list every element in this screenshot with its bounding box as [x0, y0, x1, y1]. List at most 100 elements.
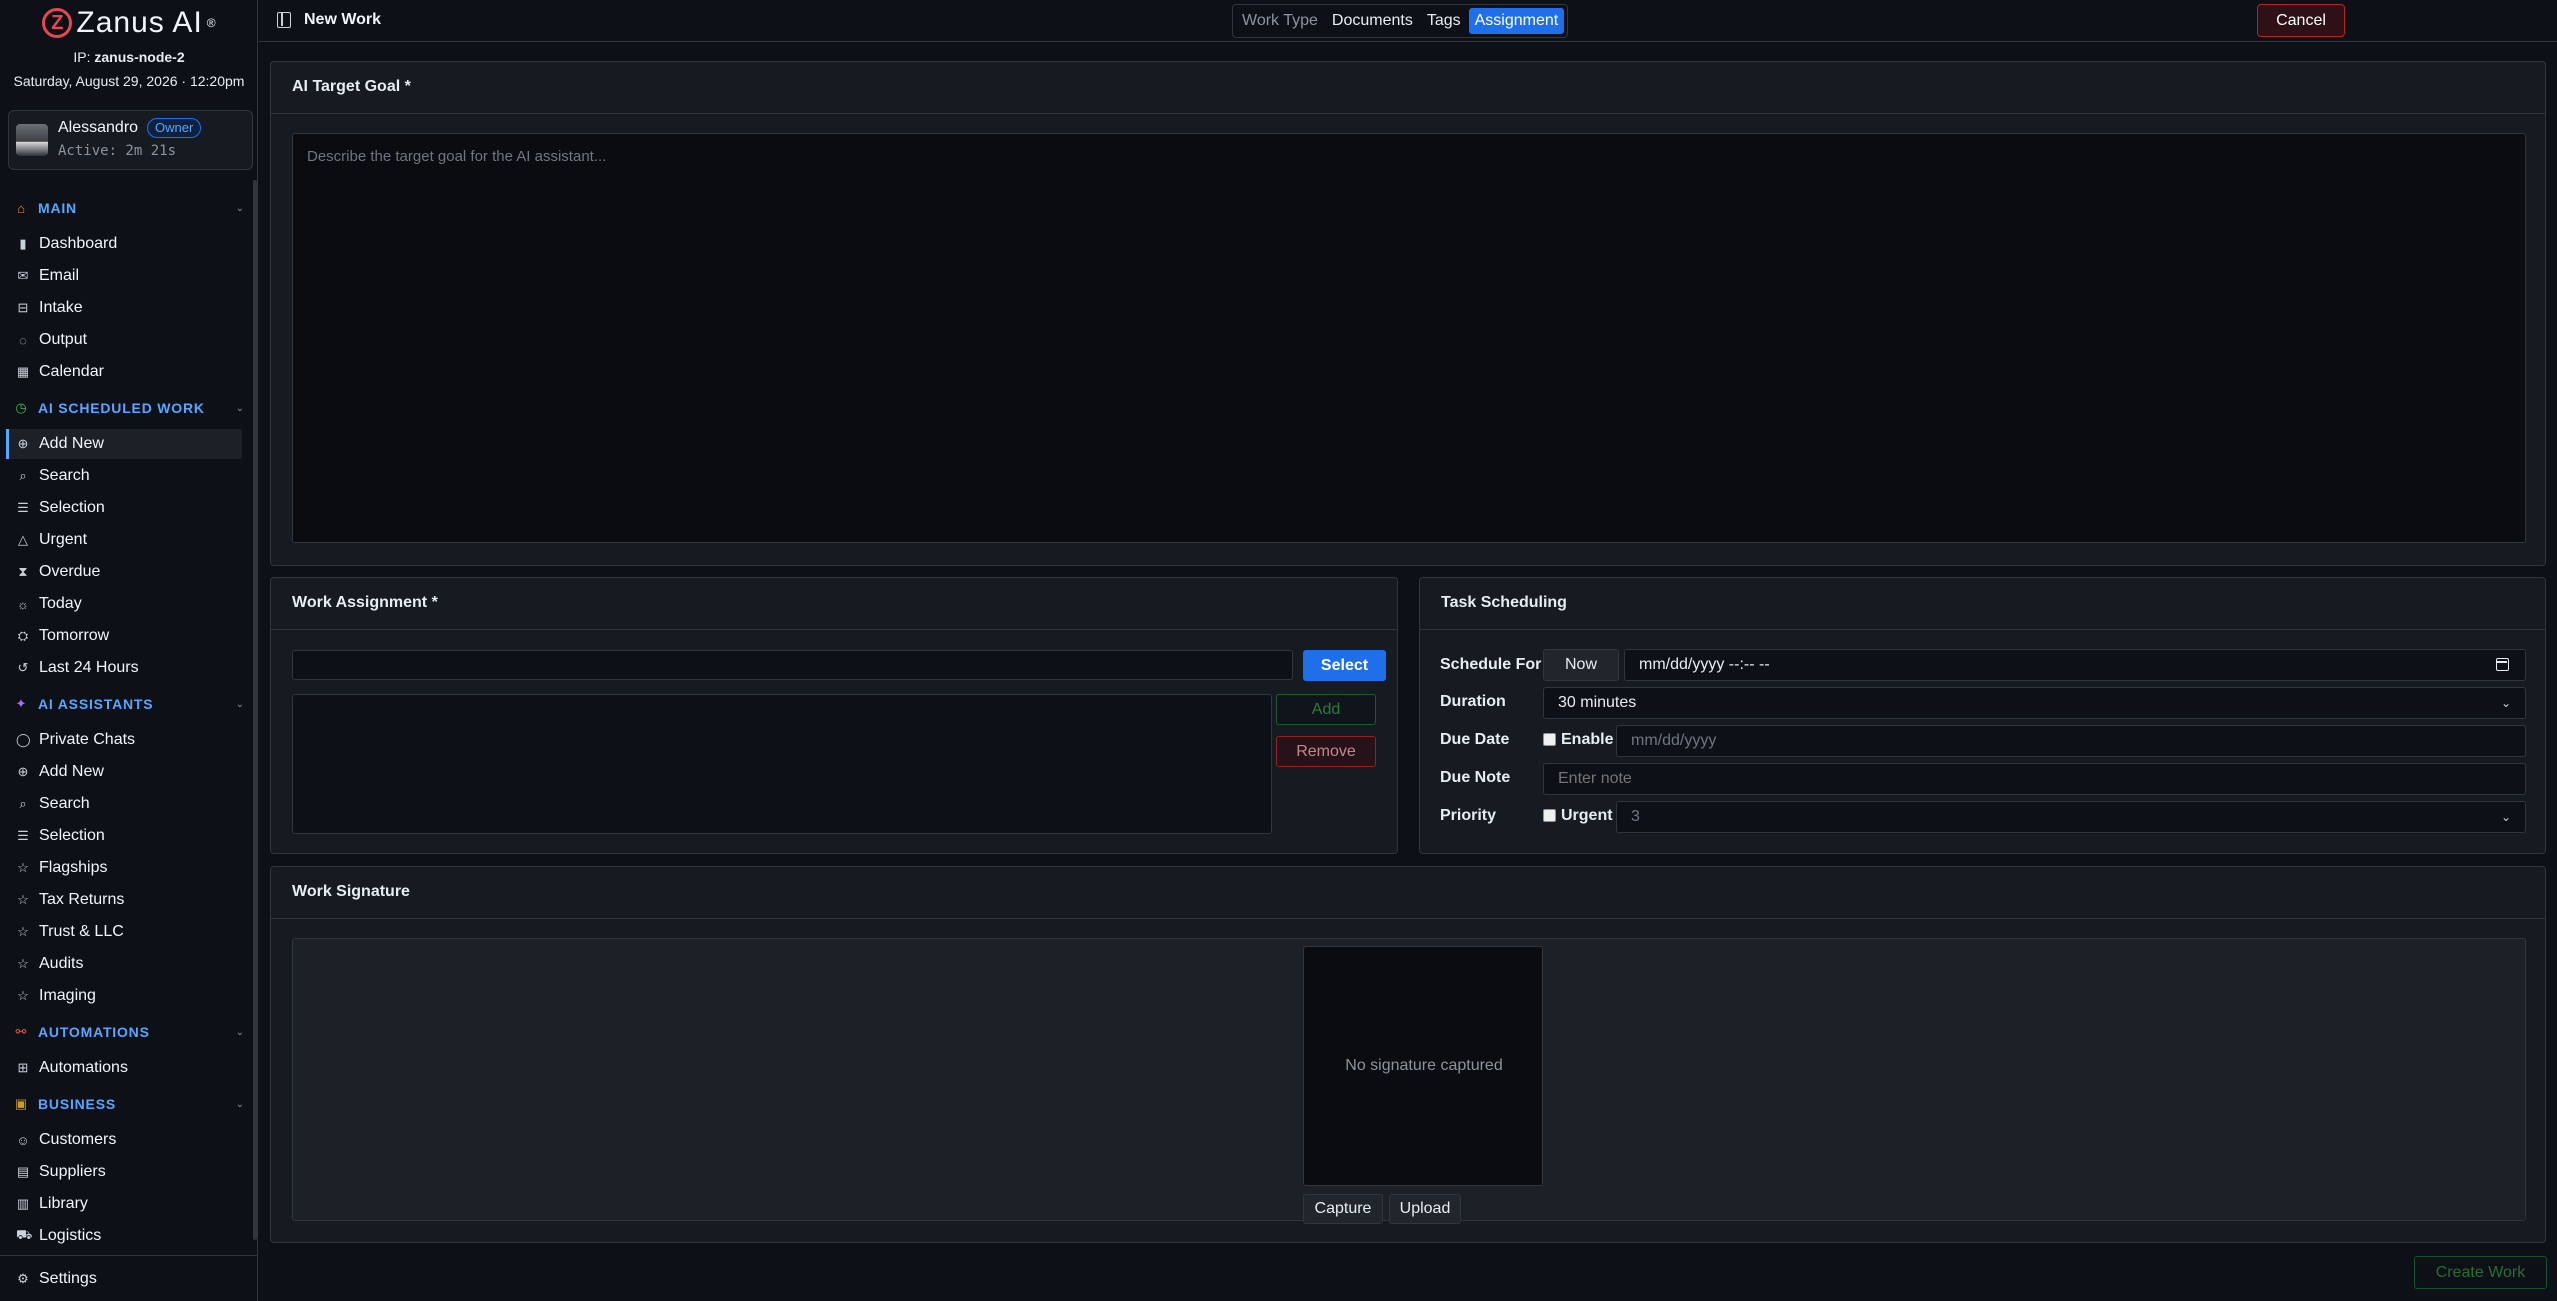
- assignee-list[interactable]: [292, 694, 1272, 834]
- nav-item-suppliers[interactable]: ▤ Suppliers: [6, 1157, 242, 1187]
- section-title: AUTOMATIONS: [38, 1024, 150, 1040]
- brand-name: Zanus AI: [76, 6, 203, 39]
- assignee-input[interactable]: [292, 650, 1293, 680]
- nav-label: Intake: [39, 299, 83, 316]
- nav-label: Selection: [39, 827, 105, 844]
- workflow-icon: ⚯: [15, 1024, 27, 1039]
- nav-item-overdue[interactable]: ⧗ Overdue: [6, 557, 242, 587]
- nav-item-trust-llc[interactable]: ☆ Trust & LLC: [6, 917, 242, 947]
- nav-label: Automations: [39, 1059, 128, 1076]
- priority-select[interactable]: 3 ⌄: [1616, 801, 2526, 833]
- nav-item-urgent[interactable]: △ Urgent: [6, 525, 242, 555]
- remove-button[interactable]: Remove: [1276, 736, 1376, 767]
- capture-button[interactable]: Capture: [1303, 1194, 1383, 1224]
- nav-label: Settings: [39, 1270, 97, 1287]
- nav-item-logistics[interactable]: ⛟ Logistics: [6, 1221, 242, 1251]
- nav-item-selection-work[interactable]: ☰ Selection: [6, 493, 242, 523]
- current-datetime: Saturday, August 29, 2026 · 12:20pm: [13, 73, 245, 89]
- due-date-label: Due Date: [1440, 731, 1510, 748]
- chevron-down-icon: ⌄: [2500, 696, 2511, 710]
- work-signature-panel: Work Signature No signature captured Cap…: [270, 866, 2546, 1243]
- nav-item-add-new-work[interactable]: ⊕ Add New: [6, 429, 242, 459]
- sunrise-icon: ⛭: [17, 628, 29, 643]
- nav-item-selection-assistants[interactable]: ☰ Selection: [6, 821, 242, 851]
- due-date-input[interactable]: mm/dd/yyyy: [1616, 725, 2526, 757]
- bar-chart-icon: ▮: [19, 236, 27, 251]
- sidebar-toggle-icon[interactable]: [277, 12, 291, 28]
- section-main[interactable]: ⌂ MAIN ⌄: [14, 197, 244, 219]
- duration-value: 30 minutes: [1558, 694, 1637, 711]
- select-button[interactable]: Select: [1303, 650, 1386, 681]
- home-icon: ⌂: [17, 200, 25, 216]
- upload-button[interactable]: Upload: [1389, 1194, 1461, 1224]
- nav-label: Audits: [39, 955, 84, 972]
- cancel-button[interactable]: Cancel: [2257, 4, 2345, 37]
- nav-item-imaging[interactable]: ☆ Imaging: [6, 981, 242, 1011]
- nav-item-last-24-hours[interactable]: ↺ Last 24 Hours: [6, 653, 242, 683]
- nav-item-automations[interactable]: ⊞ Automations: [6, 1053, 242, 1083]
- nav-label: Logistics: [39, 1227, 102, 1244]
- schedule-datetime-input[interactable]: mm/dd/yyyy --:-- --: [1624, 649, 2526, 681]
- nav-label: Imaging: [39, 987, 96, 1004]
- nav-label: Search: [39, 467, 90, 484]
- section-ai-assistants[interactable]: ✦ AI ASSISTANTS ⌄: [14, 693, 244, 715]
- now-button[interactable]: Now: [1543, 649, 1619, 681]
- chevron-down-icon: ⌄: [235, 1098, 244, 1110]
- panel-title: AI Target Goal *: [292, 78, 411, 95]
- calendar-icon[interactable]: [2496, 658, 2509, 671]
- urgent-checkbox[interactable]: [1543, 809, 1556, 822]
- tab-tags[interactable]: Tags: [1421, 8, 1467, 34]
- nav-label: Email: [39, 267, 80, 284]
- section-ai-scheduled-work[interactable]: ◷ AI SCHEDULED WORK ⌄: [14, 397, 244, 419]
- list-icon: ☰: [17, 500, 29, 515]
- nav-item-today[interactable]: ☼ Today: [6, 589, 242, 619]
- book-icon: ▥: [16, 1196, 30, 1211]
- nav-item-email[interactable]: ✉ Email: [6, 261, 242, 291]
- section-business[interactable]: ▣ BUSINESS ⌄: [14, 1093, 244, 1115]
- panel-title: Work Signature: [292, 883, 410, 900]
- chevron-down-icon: ⌄: [235, 698, 244, 710]
- nav-item-output[interactable]: ◌ Output: [6, 325, 242, 355]
- schedule-for-label: Schedule For: [1440, 656, 1542, 673]
- panel-header: Work Signature: [271, 867, 2545, 919]
- nav-item-tomorrow[interactable]: ⛭ Tomorrow: [6, 621, 242, 651]
- nav-item-calendar[interactable]: ▦ Calendar: [6, 357, 242, 387]
- zanus-logo-icon: Z: [42, 8, 73, 38]
- nav-item-tax-returns[interactable]: ☆ Tax Returns: [6, 885, 242, 915]
- grid-icon: ⊞: [17, 1060, 29, 1075]
- tab-assignment[interactable]: Assignment: [1468, 8, 1565, 34]
- add-button[interactable]: Add: [1276, 694, 1376, 725]
- nav-item-search-work[interactable]: ⌕ Search: [6, 461, 242, 491]
- panel-header: Work Assignment *: [271, 578, 1397, 630]
- nav-item-settings[interactable]: ⚙ Settings: [6, 1264, 242, 1294]
- nav-item-search-assistants[interactable]: ⌕ Search: [6, 789, 242, 819]
- nav-label: Calendar: [39, 363, 104, 380]
- create-work-button[interactable]: Create Work: [2414, 1256, 2547, 1289]
- due-note-input[interactable]: [1543, 763, 2526, 795]
- signature-canvas[interactable]: No signature captured: [1303, 946, 1543, 1186]
- tab-documents[interactable]: Documents: [1326, 8, 1419, 34]
- nav-item-intake[interactable]: ⊟ Intake: [6, 293, 242, 323]
- user-card[interactable]: Alessandro Owner Active: 2m 21s: [8, 110, 253, 170]
- duration-select[interactable]: 30 minutes ⌄: [1543, 687, 2526, 719]
- tab-work-type[interactable]: Work Type: [1236, 8, 1324, 34]
- sidebar-scrollbar[interactable]: [253, 180, 257, 1240]
- nav-item-audits[interactable]: ☆ Audits: [6, 949, 242, 979]
- plus-circle-icon: ⊕: [17, 764, 29, 779]
- plus-circle-icon: ⊕: [17, 436, 29, 451]
- due-date-enable-checkbox[interactable]: [1543, 733, 1556, 746]
- nav-label: Add New: [39, 435, 104, 452]
- inbox-icon: ⊟: [17, 300, 29, 315]
- sun-icon: ☼: [17, 596, 29, 612]
- nav-item-private-chats[interactable]: ◯ Private Chats: [6, 725, 242, 755]
- nav-item-add-new-assistant[interactable]: ⊕ Add New: [6, 757, 242, 787]
- nav-item-library[interactable]: ▥ Library: [6, 1189, 242, 1219]
- nav-item-dashboard[interactable]: ▮ Dashboard: [6, 229, 242, 259]
- nav-item-customers[interactable]: ☺ Customers: [6, 1125, 242, 1155]
- section-automations[interactable]: ⚯ AUTOMATIONS ⌄: [14, 1021, 244, 1043]
- divider: [0, 1255, 258, 1256]
- panel-title: Task Scheduling: [1441, 594, 1567, 611]
- target-goal-textarea[interactable]: [292, 133, 2526, 543]
- nav-item-flagships[interactable]: ☆ Flagships: [6, 853, 242, 883]
- nav-label: Private Chats: [39, 731, 136, 748]
